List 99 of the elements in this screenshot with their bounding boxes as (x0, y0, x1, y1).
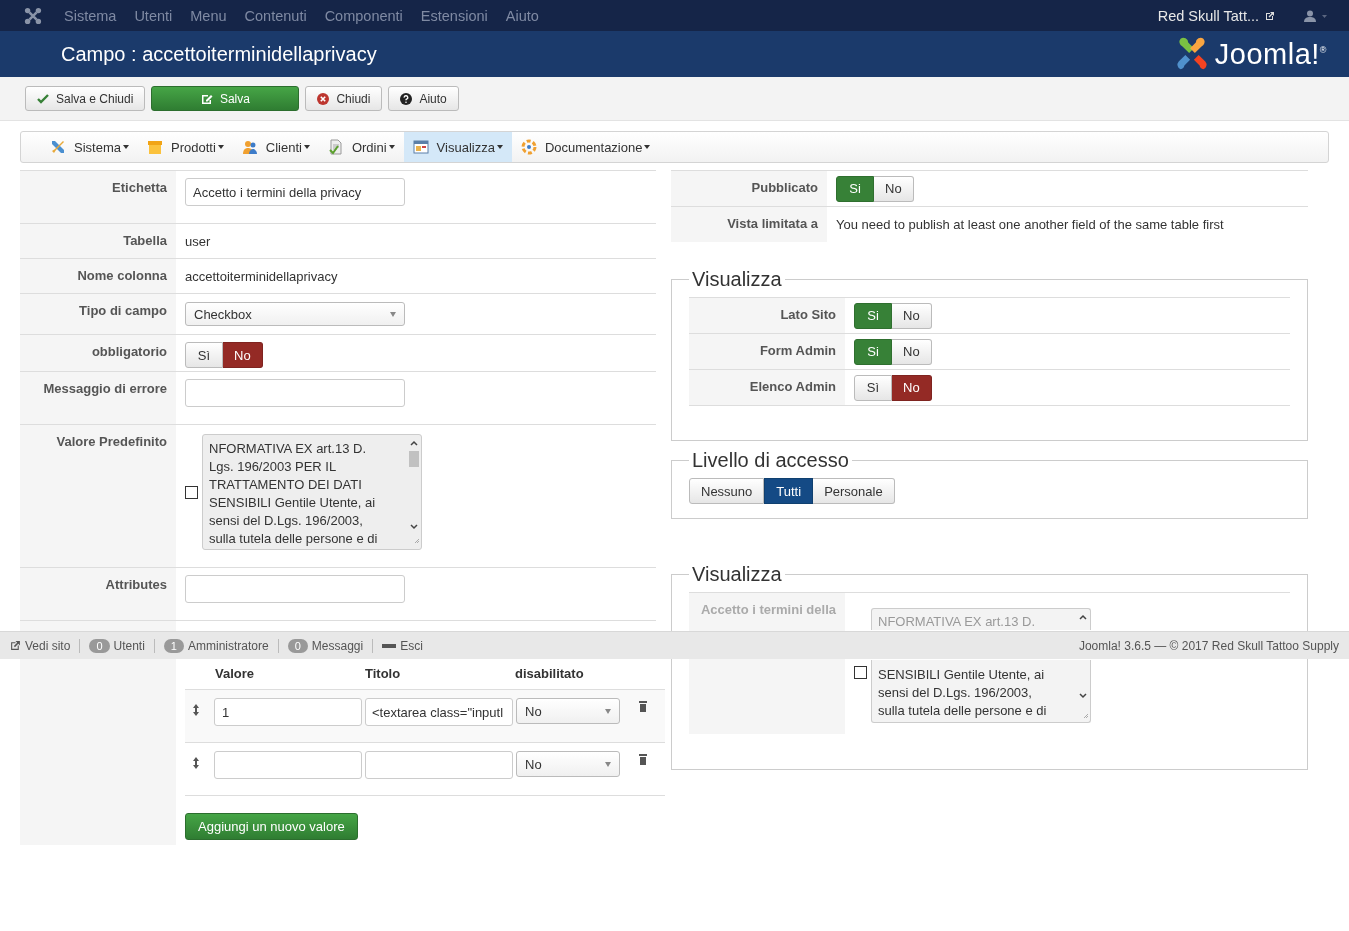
field-label: Lato Sito (780, 307, 836, 322)
drag-handle-icon[interactable] (193, 704, 199, 716)
input-field[interactable]: <textarea class="inputl (365, 698, 513, 726)
menu-item[interactable]: Sistema (64, 7, 117, 24)
view-site-link[interactable]: Vedi sito (25, 638, 71, 653)
site-link[interactable]: Red Skull Tatt... (1157, 7, 1259, 24)
toggle-button[interactable]: Sì (185, 342, 223, 368)
field-label: Messaggio di errore (43, 381, 167, 396)
toggle-button[interactable]: Si (854, 338, 892, 365)
input-field[interactable]: 1 (214, 698, 362, 726)
toggle-button[interactable]: No (892, 374, 932, 401)
input-field[interactable] (185, 575, 405, 603)
field-label: Vista limitata a (727, 216, 818, 231)
column-header: Valore (215, 666, 256, 681)
help-icon (400, 92, 413, 105)
column-header: disabilitato (515, 666, 585, 681)
segment-button[interactable]: Tutti (764, 478, 814, 504)
component-menu-item[interactable]: Visualizza (403, 132, 512, 162)
status-link[interactable]: Messaggi (311, 638, 364, 653)
select-field[interactable]: Checkbox (185, 302, 405, 326)
segment-button[interactable]: Personale (813, 478, 895, 504)
toggle-button[interactable]: No (223, 342, 263, 368)
component-menu-item[interactable]: Prodotti (137, 132, 233, 162)
field-label: Tipo di campo (79, 303, 167, 318)
segment-button[interactable]: Nessuno (689, 478, 765, 504)
menu-item[interactable]: Menu (190, 7, 227, 24)
add-value-button[interactable]: Aggiungi un nuovo valore (185, 813, 358, 840)
checkbox[interactable] (185, 485, 198, 499)
input-field[interactable]: Accetto i termini della privacy (185, 178, 405, 206)
input-field[interactable] (185, 379, 405, 407)
component-menu-item[interactable]: Documentazione (511, 132, 660, 162)
field-label: Nome colonna (77, 268, 167, 283)
toggle-button[interactable]: Si (854, 302, 892, 329)
menu-item[interactable]: Componenti (324, 7, 403, 24)
select-field[interactable]: No (516, 698, 620, 724)
count-badge: 0 (89, 638, 110, 653)
toolbar-button[interactable]: Aiuto (388, 86, 459, 111)
toolbar-button[interactable]: Salva e Chiudi (25, 86, 146, 111)
input-field[interactable] (365, 751, 513, 779)
toolbar-button[interactable]: Salva (151, 86, 300, 111)
external-link-icon (1265, 10, 1275, 21)
checkbox[interactable] (854, 666, 867, 679)
window-icon (412, 139, 429, 155)
fieldset-legend: Visualizza (689, 563, 785, 586)
logo-text: Joomla!$^{®}$ (1214, 37, 1327, 71)
toggle-button[interactable]: Si (836, 175, 874, 202)
status-link[interactable]: Amministratore (188, 638, 269, 653)
field-label: Etichetta (112, 180, 167, 195)
fieldset-legend: Visualizza (689, 268, 785, 291)
trash-icon[interactable] (639, 754, 647, 765)
toolbar-button[interactable]: Chiudi (305, 86, 383, 111)
page-title: Campo : accettoiterminidellaprivacy (61, 42, 377, 66)
field-label: Accetto i termini della (700, 602, 836, 617)
text-area[interactable]: SENSIBILI Gentile Utente, ai sensi del D.Lgs. 196/2003, sulla tutela delle persone e di (871, 660, 1091, 723)
document-icon (327, 139, 344, 155)
field-label: Tabella (123, 233, 167, 248)
close-icon (317, 92, 330, 105)
count-badge: 1 (163, 638, 184, 653)
menu-item[interactable]: Contenuti (244, 7, 307, 24)
column-header: Titolo (365, 666, 402, 681)
component-menu-item[interactable]: Ordini (318, 132, 404, 162)
text-area[interactable]: NFORMATIVA EX art.13 D. Lgs. 196/2003 PER IL TRATTAMENTO DEI DATI SENSIBILI Gentile Utente, ai sensi del D.Lgs. 196/2003, sulla tutela delle persone e di (202, 434, 422, 550)
field-value: user (185, 234, 211, 249)
field-label: Attributes (105, 577, 167, 592)
field-label: Pubblicato (751, 180, 818, 195)
logout-link[interactable]: Esci (400, 638, 423, 653)
select-field[interactable]: No (516, 751, 620, 777)
status-link[interactable]: Utenti (113, 638, 145, 653)
field-label: obbligatorio (91, 344, 167, 359)
input-field[interactable] (214, 751, 362, 779)
field-label: Form Admin (759, 343, 836, 358)
check-icon (37, 93, 49, 104)
users-icon (241, 139, 258, 155)
fieldset-legend: Livello di accesso (689, 449, 852, 472)
toggle-button[interactable]: No (892, 338, 932, 365)
menu-item[interactable]: Utenti (134, 7, 173, 24)
component-menu-item[interactable]: Clienti (232, 132, 319, 162)
trash-icon[interactable] (639, 701, 647, 712)
user-icon[interactable] (1303, 9, 1329, 22)
component-menu-item[interactable]: Sistema (41, 132, 138, 162)
drag-handle-icon[interactable] (193, 757, 199, 769)
field-value: You need to publish at least one another field of the same table first (836, 217, 1224, 232)
menu-item[interactable]: Estensioni (420, 7, 488, 24)
edit-icon (200, 92, 213, 105)
footer-text: Joomla! 3.6.5 — © 2017 Red Skull Tattoo Supply (1078, 638, 1340, 653)
lifebuoy-icon (520, 139, 537, 155)
toggle-button[interactable]: Sì (854, 374, 892, 401)
menu-item[interactable]: Aiuto (505, 7, 539, 24)
external-link-icon (10, 640, 21, 651)
field-label: Valore Predefinito (56, 434, 167, 449)
logo-icon[interactable] (24, 6, 42, 25)
tools-icon (50, 139, 66, 155)
box-icon (146, 139, 163, 155)
field-label: Elenco Admin (749, 379, 836, 394)
minus-icon (382, 643, 397, 648)
count-badge: 0 (287, 638, 308, 653)
toggle-button[interactable]: No (874, 175, 914, 202)
field-value: accettoiterminidellaprivacy (185, 269, 338, 284)
toggle-button[interactable]: No (892, 302, 932, 329)
